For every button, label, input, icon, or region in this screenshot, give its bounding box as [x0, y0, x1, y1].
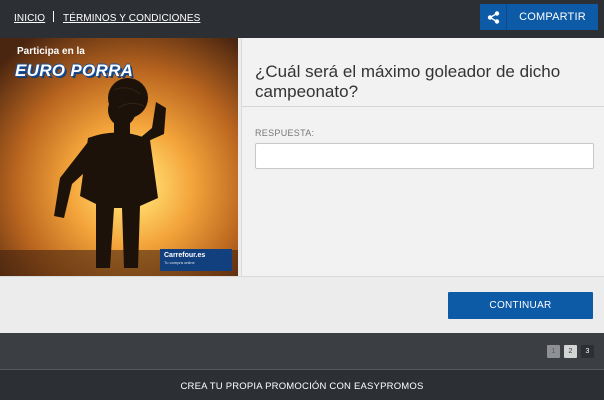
- promo-kicker: Participa en la: [17, 46, 85, 57]
- share-button[interactable]: COMPARTIR: [480, 4, 598, 30]
- page-indicator-3: 3: [581, 345, 594, 358]
- top-bar: INICIO TÉRMINOS Y CONDICIONES COMPARTIR: [0, 0, 604, 38]
- page-indicator-1: 1: [547, 345, 560, 358]
- nav-link-home[interactable]: INICIO: [14, 13, 45, 24]
- nav-separator: [53, 11, 54, 22]
- logo-name: Carrefour.es: [164, 252, 206, 259]
- share-label: COMPARTIR: [519, 11, 586, 23]
- main-content: Participa en la EURO PORRA Carrefour.es …: [0, 38, 604, 276]
- question-text: ¿Cuál será el máximo goleador de dicho c…: [255, 62, 561, 101]
- continue-button[interactable]: CONTINUAR: [448, 292, 593, 319]
- answer-label: RESPUESTA:: [255, 128, 315, 138]
- nav-link-terms[interactable]: TÉRMINOS Y CONDICIONES: [63, 13, 200, 24]
- answer-input[interactable]: [255, 143, 594, 169]
- promo-title: EURO PORRA: [15, 61, 134, 80]
- question-divider: [242, 106, 604, 107]
- footer-easypromos-link[interactable]: CREA TU PROPIA PROMOCIÓN CON EASYPROMOS: [0, 381, 604, 392]
- action-bar: CONTINUAR: [0, 276, 604, 333]
- logo-tagline: Tu compra online: [164, 260, 195, 265]
- pagination-bar: 1 2 3: [0, 333, 604, 370]
- carrefour-logo: Carrefour.es Tu compra online: [160, 249, 232, 271]
- share-icon: [480, 4, 507, 30]
- promotion-page: INICIO TÉRMINOS Y CONDICIONES COMPARTIR: [0, 0, 604, 400]
- page-indicator-2: 2: [564, 345, 577, 358]
- footer: CREA TU PROPIA PROMOCIÓN CON EASYPROMOS: [0, 371, 604, 400]
- promo-banner: Participa en la EURO PORRA Carrefour.es …: [0, 38, 238, 276]
- question-panel: ¿Cuál será el máximo goleador de dicho c…: [241, 38, 604, 276]
